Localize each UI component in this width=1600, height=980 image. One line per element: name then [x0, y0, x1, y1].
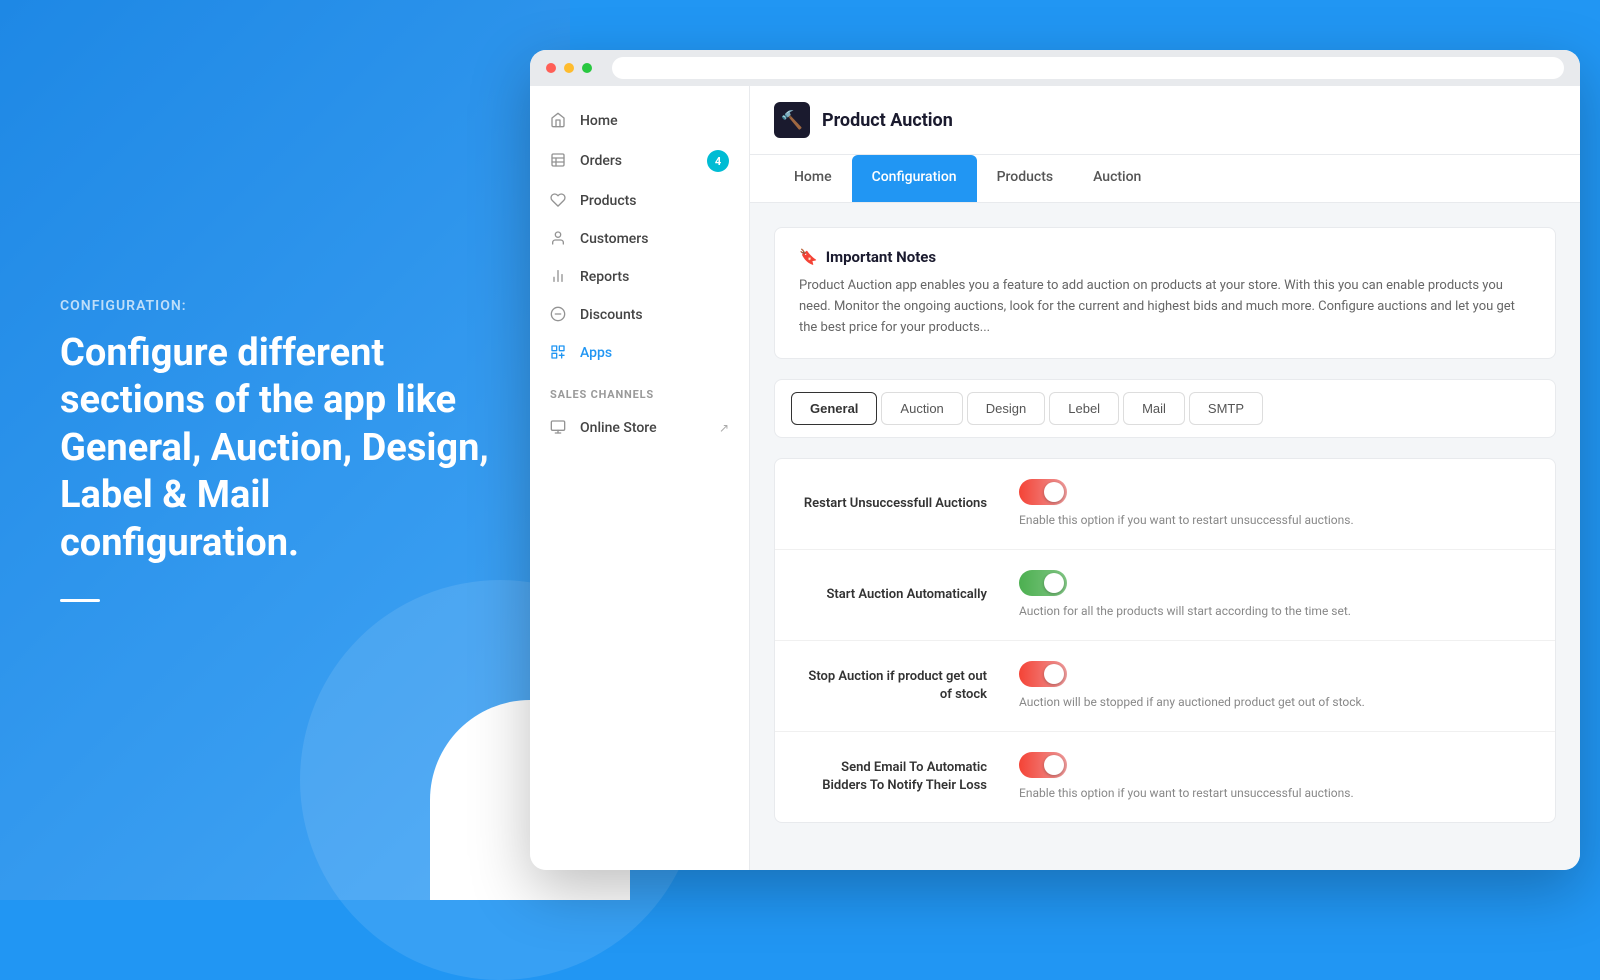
- sidebar-item-home[interactable]: Home: [530, 102, 749, 140]
- orders-icon: [550, 152, 568, 170]
- sidebar-label-apps: Apps: [580, 345, 612, 361]
- external-link-icon: ↗: [719, 421, 729, 435]
- setting-row-email: Send Email To Automatic Bidders To Notif…: [775, 732, 1555, 822]
- config-tab-mail[interactable]: Mail: [1123, 392, 1185, 425]
- setting-row-stop: Stop Auction if product get out of stock…: [775, 641, 1555, 732]
- notes-icon: 🔖: [799, 248, 818, 266]
- setting-desc-restart: Enable this option if you want to restar…: [1019, 511, 1531, 529]
- config-tab-label[interactable]: Lebel: [1049, 392, 1119, 425]
- config-tab-auction[interactable]: Auction: [881, 392, 962, 425]
- apps-icon: [550, 344, 568, 362]
- setting-row-restart: Restart Unsuccessfull Auctions Enable th…: [775, 459, 1555, 550]
- app-layout: Home Orders 4 Products: [530, 86, 1580, 870]
- sidebar-item-reports[interactable]: Reports: [530, 258, 749, 296]
- setting-desc-stop: Auction will be stopped if any auctioned…: [1019, 693, 1531, 711]
- browser-minimize-dot: [564, 63, 574, 73]
- auction-icon: 🔨: [774, 102, 810, 138]
- tab-configuration[interactable]: Configuration: [852, 155, 977, 202]
- orders-badge: 4: [707, 150, 729, 172]
- toggle-knob-restart: [1044, 482, 1064, 502]
- discounts-icon: [550, 306, 568, 324]
- toggle-knob-stop: [1044, 664, 1064, 684]
- sidebar: Home Orders 4 Products: [530, 86, 750, 870]
- settings-card: Restart Unsuccessfull Auctions Enable th…: [774, 458, 1556, 823]
- setting-right-start: Auction for all the products will start …: [1019, 570, 1531, 620]
- setting-desc-start: Auction for all the products will start …: [1019, 602, 1531, 620]
- sidebar-label-products: Products: [580, 193, 637, 209]
- setting-desc-email: Enable this option if you want to restar…: [1019, 784, 1531, 802]
- sidebar-item-orders[interactable]: Orders 4: [530, 140, 749, 182]
- sidebar-item-online-store[interactable]: Online Store ↗: [530, 409, 749, 447]
- nav-tabs: Home Configuration Products Auction: [750, 155, 1580, 203]
- tab-products[interactable]: Products: [977, 155, 1074, 202]
- notes-title: 🔖 Important Notes: [799, 248, 1531, 266]
- sidebar-item-customers[interactable]: Customers: [530, 220, 749, 258]
- sidebar-label-discounts: Discounts: [580, 307, 643, 323]
- setting-toggle-row-restart: [1019, 479, 1531, 505]
- sidebar-item-products[interactable]: Products: [530, 182, 749, 220]
- sidebar-label-orders: Orders: [580, 153, 622, 169]
- toggle-restart[interactable]: [1019, 479, 1067, 505]
- browser-url-bar: [612, 57, 1564, 79]
- setting-right-stop: Auction will be stopped if any auctioned…: [1019, 661, 1531, 711]
- notes-text: Product Auction app enables you a featur…: [799, 276, 1531, 338]
- toggle-email[interactable]: [1019, 752, 1067, 778]
- tab-auction[interactable]: Auction: [1073, 155, 1161, 202]
- setting-label-start: Start Auction Automatically: [799, 586, 1019, 604]
- sidebar-item-apps[interactable]: Apps: [530, 334, 749, 372]
- page-title: Product Auction: [822, 110, 953, 131]
- browser-bar: [530, 50, 1580, 86]
- sidebar-label-reports: Reports: [580, 269, 629, 285]
- config-tabs: General Auction Design Lebel Mail SMTP: [774, 379, 1556, 438]
- notes-card: 🔖 Important Notes Product Auction app en…: [774, 227, 1556, 359]
- config-tab-design[interactable]: Design: [967, 392, 1045, 425]
- reports-icon: [550, 268, 568, 286]
- sidebar-label-online-store: Online Store: [580, 420, 657, 436]
- setting-label-email: Send Email To Automatic Bidders To Notif…: [799, 759, 1019, 795]
- toggle-stop[interactable]: [1019, 661, 1067, 687]
- main-content: 🔨 Product Auction Home Configuration Pro…: [750, 86, 1580, 870]
- browser-close-dot: [546, 63, 556, 73]
- products-icon: [550, 192, 568, 210]
- sidebar-label-home: Home: [580, 113, 618, 129]
- setting-label-restart: Restart Unsuccessfull Auctions: [799, 495, 1019, 513]
- sidebar-label-customers: Customers: [580, 231, 648, 247]
- setting-right-email: Enable this option if you want to restar…: [1019, 752, 1531, 802]
- config-tab-smtp[interactable]: SMTP: [1189, 392, 1263, 425]
- toggle-knob-start: [1044, 573, 1064, 593]
- setting-toggle-row-start: [1019, 570, 1531, 596]
- setting-row-start: Start Auction Automatically Auction for …: [775, 550, 1555, 641]
- setting-right-restart: Enable this option if you want to restar…: [1019, 479, 1531, 529]
- sidebar-item-discounts[interactable]: Discounts: [530, 296, 749, 334]
- content-area: 🔖 Important Notes Product Auction app en…: [750, 203, 1580, 847]
- browser-frame: Home Orders 4 Products: [530, 50, 1580, 870]
- tab-home[interactable]: Home: [774, 155, 852, 202]
- setting-label-stop: Stop Auction if product get out of stock: [799, 668, 1019, 704]
- toggle-start[interactable]: [1019, 570, 1067, 596]
- online-store-icon: [550, 419, 568, 437]
- sales-channels-title: SALES CHANNELS: [530, 372, 749, 409]
- setting-toggle-row-email: [1019, 752, 1531, 778]
- page-header: 🔨 Product Auction: [750, 86, 1580, 155]
- browser-maximize-dot: [582, 63, 592, 73]
- divider: [60, 599, 100, 602]
- config-label: CONFIGURATION:: [60, 298, 510, 314]
- setting-toggle-row-stop: [1019, 661, 1531, 687]
- home-icon: [550, 112, 568, 130]
- customers-icon: [550, 230, 568, 248]
- toggle-knob-email: [1044, 755, 1064, 775]
- config-description: Configure different sections of the app …: [60, 330, 510, 568]
- config-tab-general[interactable]: General: [791, 392, 877, 425]
